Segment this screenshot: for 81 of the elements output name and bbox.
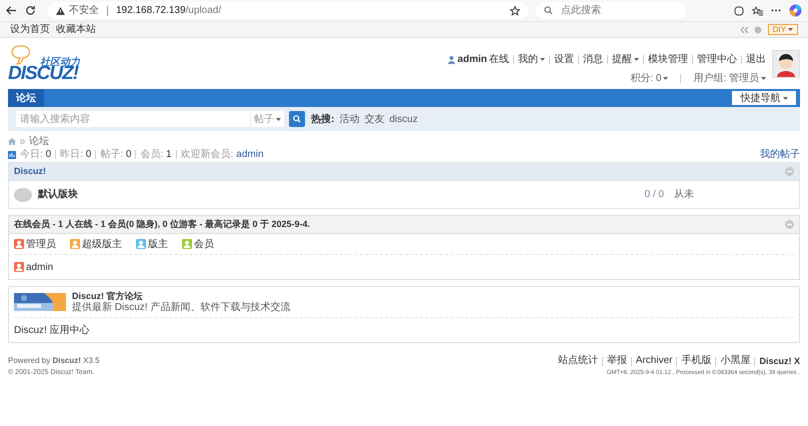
link-description: 提供最新 Discuz! 产品新闻、软件下载与技术交流 <box>72 302 290 314</box>
forum-counts: 0 / 0 <box>644 188 664 202</box>
role-label: 会员 <box>194 238 214 252</box>
user-menu-link[interactable]: 提醒 <box>612 52 639 67</box>
topbar-link[interactable]: 收藏本站 <box>56 22 96 37</box>
caret-icon <box>634 58 639 61</box>
credit-link[interactable]: 用户组: 管理员 <box>693 71 766 86</box>
forum-icon <box>14 188 32 202</box>
collapse-icon[interactable] <box>740 26 748 32</box>
chevron-icon <box>20 139 25 144</box>
brand-link[interactable]: Discuz! X <box>759 355 800 367</box>
hot-search-link[interactable]: discuz <box>389 112 418 126</box>
stat-text: 会员: 1 <box>140 148 172 162</box>
search-icon <box>544 6 553 15</box>
footer-link[interactable]: 举报 <box>606 355 627 367</box>
caret-icon <box>761 77 766 80</box>
security-label: 不安全 <box>69 4 99 18</box>
favorites-icon[interactable] <box>752 6 763 16</box>
search-button[interactable] <box>289 111 305 127</box>
hot-label: 热搜: <box>311 112 334 126</box>
address-bar[interactable]: 不安全 192.168.72.139/upload/ <box>48 2 528 19</box>
user-role-icon <box>182 239 192 249</box>
quick-nav-button[interactable]: 快捷导航 <box>732 91 796 105</box>
user-role-icon <box>136 239 146 249</box>
user-menu-link[interactable]: 消息 <box>583 52 603 67</box>
footer-link[interactable]: 手机版 <box>681 355 712 367</box>
stat-text: 帖子: 0 <box>100 148 132 162</box>
logo[interactable]: 社区动力 DISCUZ! <box>8 42 88 86</box>
back-icon[interactable] <box>6 5 17 16</box>
topbar-link[interactable]: 设为首页 <box>10 22 50 37</box>
last-post-text: 从未 <box>674 188 694 202</box>
warning-icon <box>56 6 65 14</box>
username-link[interactable]: admin <box>458 52 487 67</box>
user-role-icon <box>14 262 24 272</box>
forum-link[interactable]: 默认版块 <box>38 187 78 202</box>
caret-icon <box>782 96 788 100</box>
caret-icon <box>540 58 545 61</box>
star-icon[interactable] <box>510 6 520 16</box>
stat-text: 今日: 0 <box>20 148 52 162</box>
user-icon <box>448 56 455 64</box>
my-posts-link[interactable]: 我的帖子 <box>760 147 800 162</box>
more-icon[interactable] <box>771 9 781 12</box>
footer-link[interactable]: 小黑屋 <box>720 355 750 367</box>
role-label: 版主 <box>148 238 168 252</box>
user-menu-link[interactable]: 退出 <box>746 52 766 67</box>
copilot-icon[interactable] <box>789 4 802 17</box>
link-title[interactable]: Discuz! 官方论坛 <box>72 290 290 302</box>
online-title: 在线会员 - 1 人在线 - 1 会员(0 隐身), 0 位游客 - 最高记录是 0 于 2025-9-4. <box>14 218 310 231</box>
category-title[interactable]: Discuz! <box>14 164 46 178</box>
welcome-text: 欢迎新会员: <box>180 148 234 162</box>
member-link[interactable]: admin <box>26 260 54 274</box>
nav-tab[interactable]: 论坛 <box>8 89 44 107</box>
role-label: 管理员 <box>26 238 56 252</box>
user-role-icon <box>14 239 24 249</box>
search-icon <box>293 115 301 123</box>
credit-link[interactable]: 积分: 0 <box>630 71 668 86</box>
user-menu-link[interactable]: 设置 <box>554 52 574 67</box>
url-text: 192.168.72.139/upload/ <box>116 4 222 18</box>
hot-search-link[interactable]: 交友 <box>364 112 384 126</box>
user-role-icon <box>70 239 80 249</box>
reload-icon[interactable] <box>25 5 36 16</box>
powered-by-text: Powered by Discuz! X3.5 <box>8 355 100 367</box>
breadcrumb-link[interactable]: 论坛 <box>29 134 49 149</box>
stat-text: 昨日: 0 <box>60 148 92 162</box>
footer-link[interactable]: 站点统计 <box>558 355 598 367</box>
footer-link[interactable]: Archiver <box>636 355 672 367</box>
user-menu-link[interactable]: 模块管理 <box>648 52 688 67</box>
user-menu-link[interactable]: 管理中心 <box>697 52 737 67</box>
online-status: 在线 <box>489 52 509 67</box>
browser-search-field[interactable]: 点此搜索 <box>536 2 686 19</box>
extensions-icon[interactable] <box>734 6 744 16</box>
user-menu-link[interactable]: 我的 <box>518 52 545 67</box>
stats-icon <box>8 150 16 158</box>
caret-icon <box>663 77 668 80</box>
new-member-link[interactable]: admin <box>236 147 264 162</box>
text-link[interactable]: Discuz! 应用中心 <box>14 322 90 338</box>
avatar[interactable] <box>772 50 800 78</box>
role-label: 超级版主 <box>82 238 122 252</box>
hot-search-link[interactable]: 活动 <box>339 112 360 126</box>
caret-icon <box>276 118 281 120</box>
caret-icon <box>788 28 793 31</box>
